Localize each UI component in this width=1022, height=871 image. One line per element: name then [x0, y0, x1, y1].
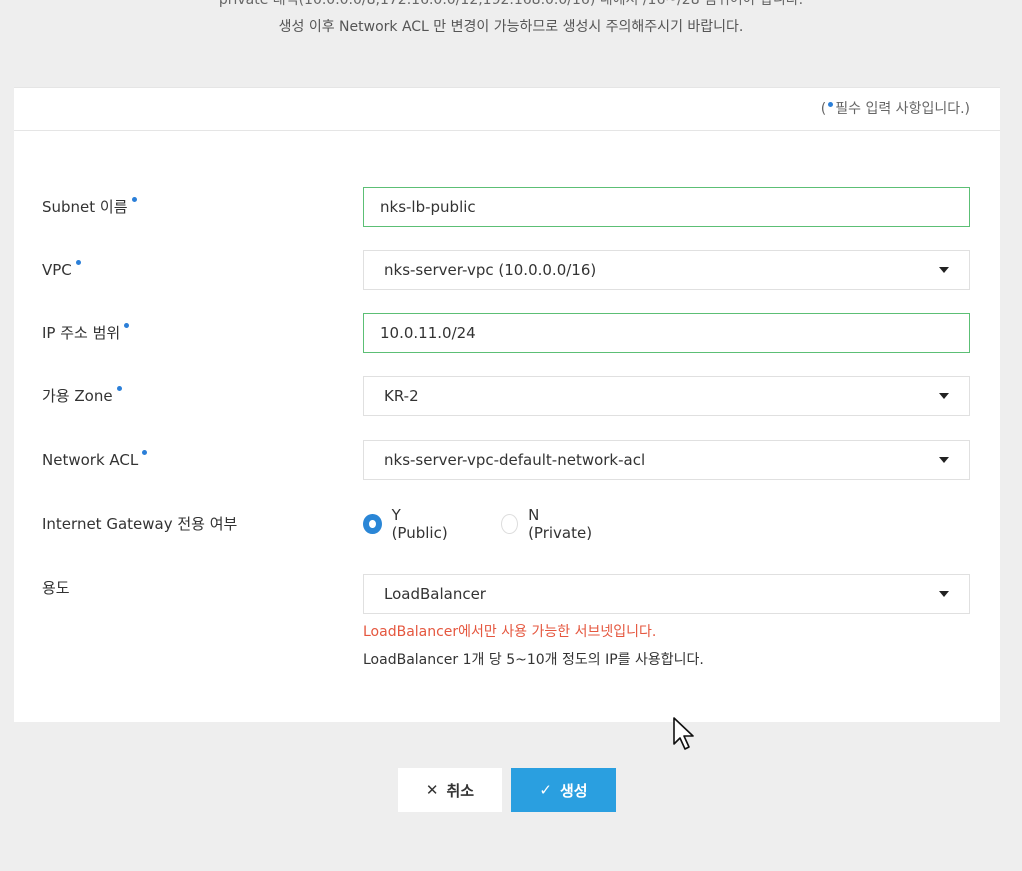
required-note: ( 필수 입력 사항입니다.) [14, 88, 1000, 131]
usage-row: 용도 LoadBalancer [14, 574, 1000, 614]
subnet-name-label-text: Subnet 이름 [42, 198, 128, 216]
usage-select-value: LoadBalancer [384, 585, 486, 603]
radio-selected-icon[interactable] [363, 514, 382, 534]
zone-select[interactable]: KR-2 [363, 376, 970, 416]
subnet-name-field[interactable] [363, 187, 970, 227]
zone-label-text: 가용 Zone [42, 387, 113, 405]
chevron-down-icon [939, 591, 949, 597]
ip-range-label: IP 주소 범위 [42, 313, 130, 353]
igw-radio-public-label: Y (Public) [391, 506, 448, 542]
chevron-down-icon [939, 267, 949, 273]
close-icon: ✕ [425, 781, 439, 799]
create-button-label: 생성 [559, 781, 588, 800]
required-dot-icon [131, 197, 137, 202]
required-note-prefix: ( [820, 101, 827, 117]
zone-select-value: KR-2 [384, 387, 419, 405]
vpc-label-text: VPC [42, 261, 72, 279]
required-dot-icon [75, 260, 81, 265]
igw-radio-public[interactable]: Y (Public) [363, 506, 449, 542]
zone-label: 가용 Zone [42, 376, 122, 416]
network-acl-select[interactable]: nks-server-vpc-default-network-acl [363, 440, 970, 480]
vpc-select[interactable]: nks-server-vpc (10.0.0.0/16) [363, 250, 970, 290]
subnet-name-label: Subnet 이름 [42, 187, 137, 227]
subnet-name-input[interactable] [364, 188, 969, 226]
network-acl-label-text: Network ACL [42, 451, 139, 469]
subnet-name-row: Subnet 이름 [14, 187, 1000, 227]
ip-range-row: IP 주소 범위 [14, 313, 1000, 353]
mouse-pointer-icon [673, 717, 694, 750]
required-dot-icon [124, 323, 130, 328]
cancel-button[interactable]: ✕ 취소 [398, 768, 502, 812]
required-dot-icon [142, 450, 148, 455]
vpc-label: VPC [42, 250, 81, 290]
create-button[interactable]: ✓ 생성 [511, 768, 616, 812]
ip-range-input[interactable] [364, 314, 969, 352]
required-dot-icon [116, 386, 122, 391]
check-icon: ✓ [539, 781, 552, 799]
usage-warning: LoadBalancer에서만 사용 가능한 서브넷입니다. [363, 624, 657, 640]
ip-range-field[interactable] [363, 313, 970, 353]
cancel-button-label: 취소 [446, 781, 475, 800]
usage-info: LoadBalancer 1개 당 5~10개 정도의 IP를 사용합니다. [363, 652, 704, 668]
chevron-down-icon [939, 457, 949, 463]
vpc-row: VPC nks-server-vpc (10.0.0.0/16) [14, 250, 1000, 290]
igw-radio-private[interactable]: N (Private) [501, 506, 595, 542]
required-note-text: 필수 입력 사항입니다.) [835, 101, 970, 117]
usage-select[interactable]: LoadBalancer [363, 574, 970, 614]
required-dot-icon [828, 102, 834, 107]
notice-line-2: 생성 이후 Network ACL 만 변경이 가능하므로 생성시 주의해주시기… [278, 19, 744, 35]
network-acl-select-value: nks-server-vpc-default-network-acl [384, 451, 646, 469]
igw-label: Internet Gateway 전용 여부 [42, 515, 238, 533]
notice-line-1: private 대역(10.0.0.0/8,172.16.0.0/12,192.… [218, 0, 804, 8]
igw-row: Internet Gateway 전용 여부 Y (Public) N (Pri… [14, 504, 1000, 544]
igw-radio-private-label: N (Private) [528, 506, 593, 542]
chevron-down-icon [939, 393, 949, 399]
network-acl-row: Network ACL nks-server-vpc-default-netwo… [14, 440, 1000, 480]
network-acl-label: Network ACL [42, 440, 148, 480]
usage-label: 용도 [42, 579, 70, 597]
zone-row: 가용 Zone KR-2 [14, 376, 1000, 416]
subnet-form-panel: ( 필수 입력 사항입니다.) Subnet 이름 VPC nks-server-… [14, 87, 1000, 722]
radio-unselected-icon[interactable] [501, 514, 519, 534]
ip-range-label-text: IP 주소 범위 [42, 324, 121, 342]
vpc-select-value: nks-server-vpc (10.0.0.0/16) [384, 261, 597, 279]
